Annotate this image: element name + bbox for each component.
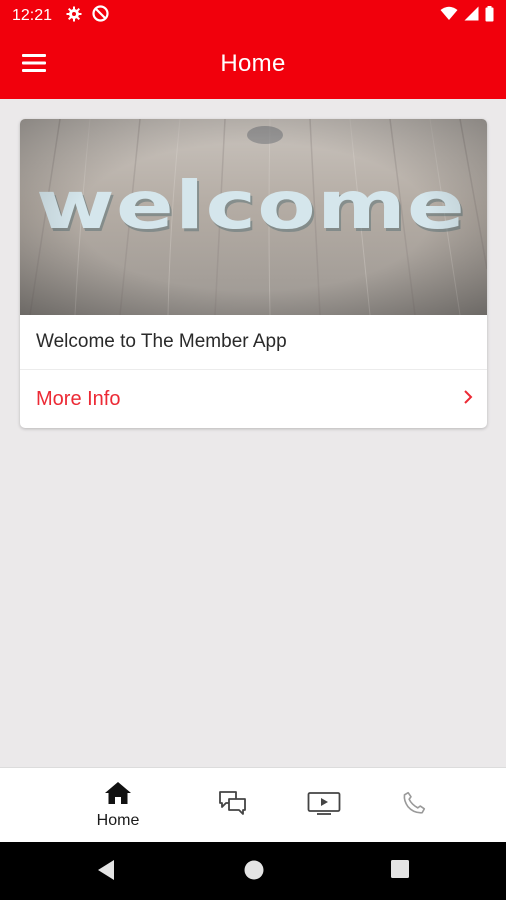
status-bar: 12:21 bbox=[0, 0, 506, 32]
home-circle-icon[interactable] bbox=[243, 859, 265, 886]
nav-item-home[interactable]: Home bbox=[82, 768, 154, 843]
status-right-icons bbox=[440, 5, 494, 27]
signal-icon bbox=[464, 6, 479, 26]
home-icon bbox=[104, 781, 132, 810]
chevron-right-icon bbox=[463, 388, 473, 411]
do-not-disturb-icon bbox=[92, 5, 109, 27]
video-icon bbox=[307, 790, 341, 821]
more-info-button[interactable]: More Info bbox=[20, 370, 487, 428]
nav-item-label: Home bbox=[96, 812, 140, 829]
app-bar: Home bbox=[0, 32, 506, 99]
nav-item-phone[interactable] bbox=[381, 768, 447, 843]
gear-icon bbox=[66, 6, 82, 27]
chat-icon bbox=[218, 790, 248, 821]
system-navigation-bar bbox=[0, 842, 506, 900]
welcome-card: welcome welcome Welcome to The Member Ap… bbox=[20, 119, 487, 428]
back-icon[interactable] bbox=[96, 859, 116, 886]
status-time: 12:21 bbox=[12, 7, 53, 24]
battery-icon bbox=[485, 5, 494, 27]
wifi-icon bbox=[440, 6, 458, 26]
nav-item-chat[interactable] bbox=[200, 768, 266, 843]
nav-item-video[interactable] bbox=[291, 768, 357, 843]
card-title: Welcome to The Member App bbox=[20, 315, 487, 370]
phone-icon bbox=[401, 790, 427, 821]
welcome-image: welcome welcome bbox=[20, 119, 487, 315]
page-title: Home bbox=[220, 50, 286, 77]
status-left-icons bbox=[66, 5, 109, 27]
recents-icon[interactable] bbox=[390, 859, 410, 884]
bottom-navigation: Home bbox=[0, 767, 506, 842]
more-info-label: More Info bbox=[36, 387, 121, 410]
